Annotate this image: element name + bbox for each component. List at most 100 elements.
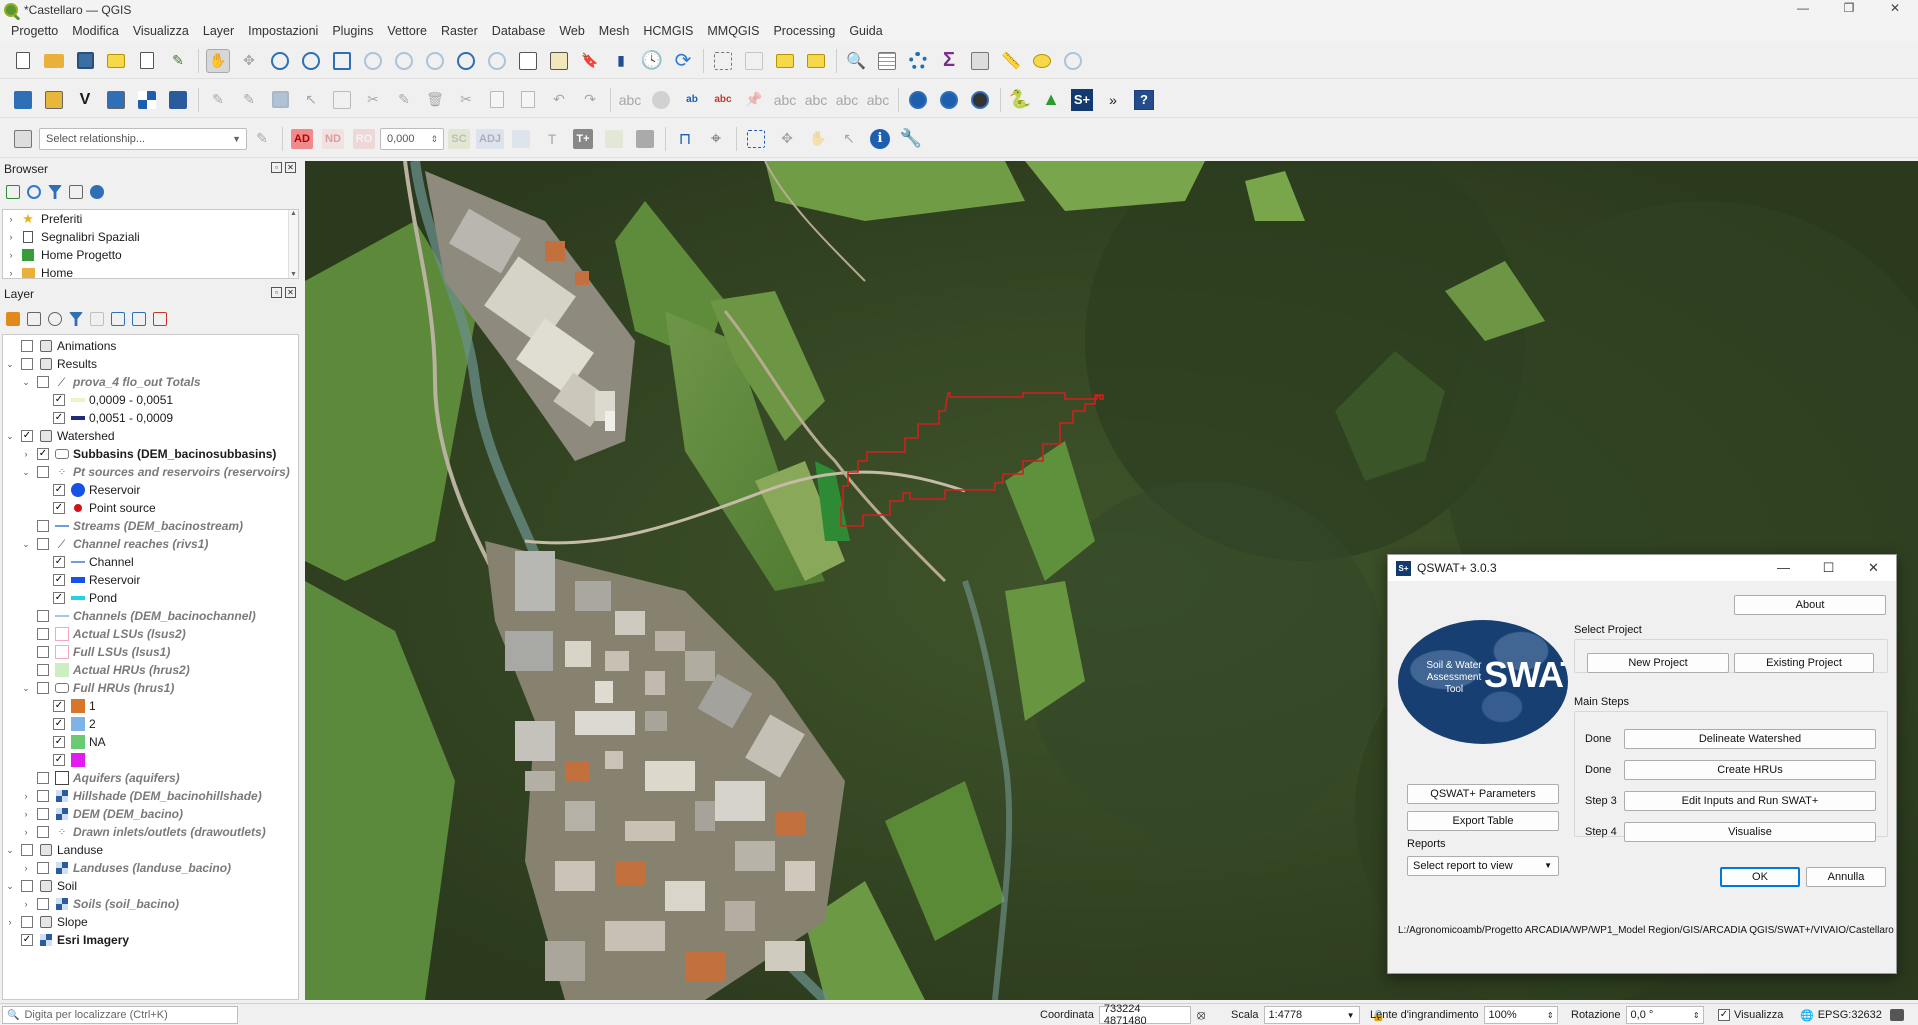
layer-visibility-checkbox[interactable]: ✓: [53, 556, 65, 568]
add-raster-icon[interactable]: [135, 88, 159, 112]
zoom-out-icon[interactable]: [299, 49, 323, 73]
pan-to-selection-icon[interactable]: ✥: [237, 49, 261, 73]
pointer-tool-icon[interactable]: ↖: [837, 127, 861, 151]
manage-visibility-icon[interactable]: [48, 312, 62, 326]
locator-search-input[interactable]: 🔍 Digita per localizzare (Ctrl+K): [2, 1006, 238, 1024]
layer-visibility-checkbox[interactable]: ✓: [53, 754, 65, 766]
dialog-close-icon[interactable]: ✕: [1851, 555, 1896, 581]
reports-select[interactable]: Select report to view ▼: [1407, 856, 1559, 876]
layer-visibility-checkbox[interactable]: ✓: [53, 484, 65, 496]
menu-raster[interactable]: Raster: [434, 24, 485, 38]
menu-mesh[interactable]: Mesh: [592, 24, 637, 38]
new-vector-layer-icon[interactable]: V: [73, 88, 97, 112]
menu-hcmgis[interactable]: HCMGIS: [636, 24, 700, 38]
save-project-icon[interactable]: [73, 49, 97, 73]
expand-toggle-icon[interactable]: ⌄: [21, 467, 31, 478]
collapse-all-icon[interactable]: [69, 185, 83, 199]
wrench-icon[interactable]: 🔧: [899, 127, 923, 151]
expand-toggle-icon[interactable]: ⌄: [21, 377, 31, 388]
pan-hand-icon[interactable]: ✋: [206, 48, 230, 73]
layer-visibility-checkbox[interactable]: [37, 646, 49, 658]
digitize-icon[interactable]: ↖: [299, 88, 323, 112]
refresh-icon[interactable]: ⟳: [671, 49, 695, 73]
style-panel-icon[interactable]: [6, 312, 20, 326]
paste-features-icon[interactable]: [516, 88, 540, 112]
new-print-layout-icon[interactable]: [104, 49, 128, 73]
more-tools-chevron-icon[interactable]: »: [1101, 88, 1125, 112]
select-by-value-icon[interactable]: [773, 49, 797, 73]
layer-visibility-checkbox[interactable]: [37, 772, 49, 784]
expand-toggle-icon[interactable]: ›: [5, 917, 15, 927]
add-vector-icon[interactable]: [166, 88, 190, 112]
expand-toggle-icon[interactable]: ›: [21, 791, 31, 801]
browser-scrollbar[interactable]: [288, 210, 298, 278]
new-project-icon[interactable]: [11, 49, 35, 73]
layer-visibility-checkbox[interactable]: [21, 358, 33, 370]
dialog-maximize-icon[interactable]: ☐: [1806, 555, 1851, 581]
add-binocular-icon[interactable]: [968, 88, 992, 112]
add-selected-icon[interactable]: [6, 185, 20, 199]
properties-icon[interactable]: [90, 185, 104, 199]
globe-icon[interactable]: 🌐: [1800, 1009, 1814, 1022]
filter-icon[interactable]: [48, 185, 62, 199]
zoom-next-icon[interactable]: [485, 49, 509, 73]
scale-combo[interactable]: 1:4778 ▼: [1263, 1006, 1360, 1024]
layer-visibility-checkbox[interactable]: ✓: [53, 412, 65, 424]
about-button[interactable]: About: [1734, 595, 1886, 615]
layer-visibility-checkbox[interactable]: [37, 520, 49, 532]
menu-web[interactable]: Web: [552, 24, 591, 38]
crosshair-icon[interactable]: ⌖: [704, 127, 728, 151]
data-source-manager-icon[interactable]: [11, 88, 35, 112]
modify-attributes-icon[interactable]: ✎: [392, 88, 416, 112]
add-wfs-icon[interactable]: [937, 88, 961, 112]
select-tool-icon[interactable]: [744, 127, 768, 151]
text-tool-icon[interactable]: T: [540, 127, 564, 151]
value-spinbox[interactable]: 0,000 ⇕: [380, 127, 444, 150]
rotation-spinbox[interactable]: 0,0 ° ⇕: [1625, 1006, 1704, 1024]
layer-visibility-checkbox[interactable]: [37, 808, 49, 820]
show-hide-labels-icon[interactable]: abc: [773, 88, 797, 112]
zoom-in-icon[interactable]: [268, 49, 292, 73]
l-tool-icon[interactable]: [602, 127, 626, 151]
new-project-button[interactable]: New Project: [1587, 653, 1729, 673]
menu-layer[interactable]: Layer: [196, 24, 241, 38]
hand-tool-icon[interactable]: ✋: [806, 127, 830, 151]
expand-toggle-icon[interactable]: ⌄: [5, 359, 15, 370]
layer-visibility-checkbox[interactable]: ✓: [21, 934, 33, 946]
render-checkbox[interactable]: ✓: [1718, 1009, 1730, 1021]
grid-tool-icon[interactable]: [633, 127, 657, 151]
layer-visibility-checkbox[interactable]: [37, 628, 49, 640]
open-field-calculator-icon[interactable]: [968, 49, 992, 73]
select-features-icon[interactable]: [711, 49, 735, 73]
close-window-button[interactable]: ✕: [1872, 0, 1918, 20]
t-plus-icon[interactable]: T+: [571, 127, 595, 151]
layer-visibility-checkbox[interactable]: [37, 682, 49, 694]
undo-icon[interactable]: ↶: [547, 88, 571, 112]
cut-features-icon[interactable]: ✂: [454, 88, 478, 112]
create-hrus-button[interactable]: Create HRUs: [1624, 760, 1876, 780]
identify-icon[interactable]: 🔍: [844, 49, 868, 73]
ok-button[interactable]: OK: [1720, 867, 1800, 887]
export-table-button[interactable]: Export Table: [1407, 811, 1559, 831]
magnifier-spinbox[interactable]: 100% ⇕: [1483, 1006, 1558, 1024]
add-wms-icon[interactable]: [906, 88, 930, 112]
aj-button-icon[interactable]: [509, 127, 533, 151]
processing-toolbox-icon[interactable]: [906, 49, 930, 73]
snap-icon[interactable]: ⊓: [673, 127, 697, 151]
expand-toggle-icon[interactable]: ⌄: [5, 431, 15, 442]
sc-button[interactable]: SC: [447, 127, 471, 151]
statistics-sigma-icon[interactable]: Σ: [937, 49, 961, 73]
menu-plugins[interactable]: Plugins: [325, 24, 380, 38]
move-label-icon[interactable]: abc: [804, 88, 828, 112]
expand-toggle-icon[interactable]: ›: [21, 449, 31, 459]
layer-visibility-checkbox[interactable]: [37, 538, 49, 550]
save-edits-icon[interactable]: [268, 88, 292, 112]
layer-visibility-checkbox[interactable]: [37, 610, 49, 622]
existing-project-button[interactable]: Existing Project: [1734, 653, 1874, 673]
collapse-all-layers-icon[interactable]: [132, 312, 146, 326]
expand-toggle-icon[interactable]: ›: [21, 827, 31, 837]
dialog-minimize-icon[interactable]: —: [1761, 555, 1806, 581]
filter-expression-icon[interactable]: [90, 312, 104, 326]
nd-button[interactable]: ND: [321, 127, 345, 151]
attribute-table-icon[interactable]: [875, 49, 899, 73]
